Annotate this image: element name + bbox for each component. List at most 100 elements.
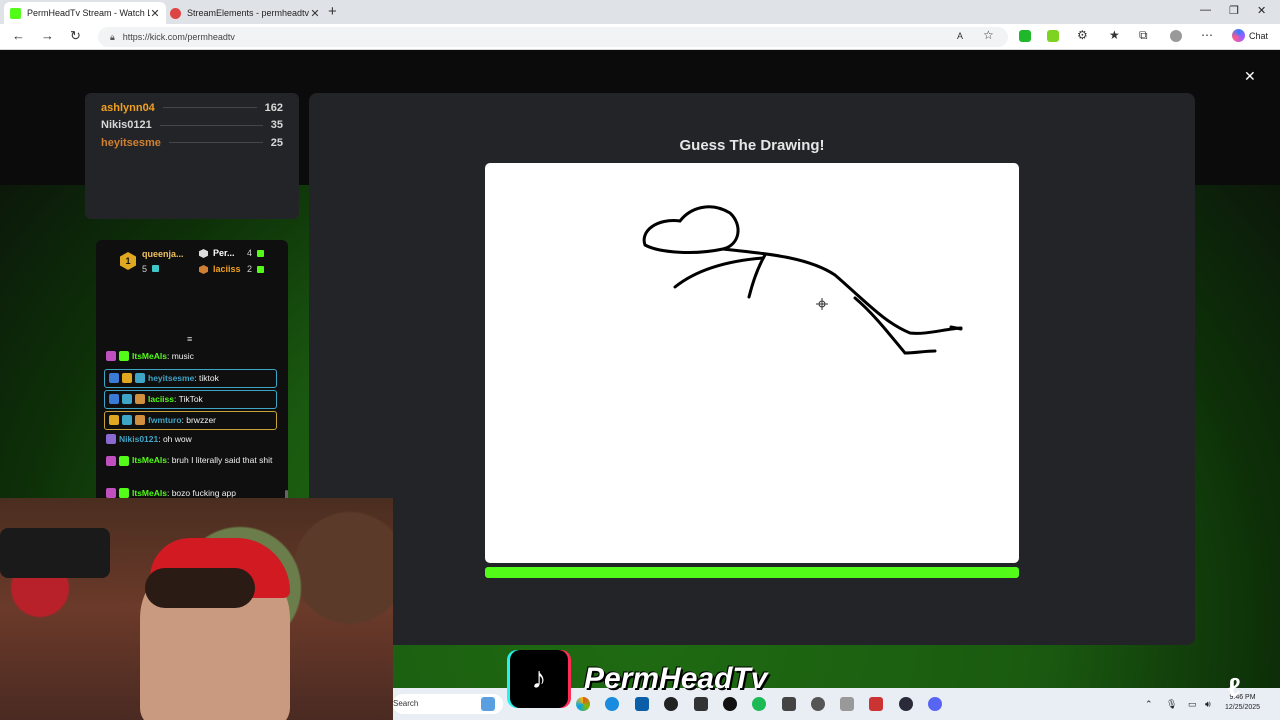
chat-message: laciiss : TikTok — [104, 390, 277, 409]
close-window-icon[interactable]: ✕ — [1257, 4, 1266, 17]
tab-kick[interactable]: PermHeadTv Stream - Watch Live ✕ — [4, 2, 166, 24]
app-icon[interactable] — [782, 697, 796, 711]
show-hidden-icons-icon[interactable]: ⌃ — [1145, 699, 1153, 710]
profile-avatar-icon[interactable] — [1170, 30, 1182, 42]
minimize-icon[interactable]: — — [1200, 4, 1211, 16]
extension-kick-icon[interactable] — [1019, 30, 1031, 42]
extension-green-icon[interactable] — [1047, 30, 1059, 42]
mod-badge-icon — [109, 373, 119, 383]
chat-username[interactable]: ItsMeAls — [132, 350, 167, 363]
podium-first-name: queenja... — [142, 249, 184, 259]
leaderboard: ashlynn04 162 Nikis0121 35 heyitsesme 25 — [85, 93, 299, 219]
copilot-icon — [1232, 29, 1245, 42]
chat-message: fwmturo : brwzzer — [104, 411, 277, 430]
chat-text: : bruh I literally said that shit — [166, 455, 273, 465]
tab-streamelements[interactable]: StreamElements - permheadtv ✕ — [164, 2, 326, 24]
chat-text: : oh wow — [158, 434, 192, 444]
copilot-chat-button[interactable]: Chat — [1232, 29, 1268, 42]
sub-badge-icon — [119, 488, 129, 498]
app-icon[interactable] — [899, 697, 913, 711]
tab-title: PermHeadTv Stream - Watch Live — [27, 8, 150, 18]
tiktok-logo-icon: ♪ — [510, 650, 568, 708]
leaderboard-name: Nikis0121 — [101, 119, 152, 132]
leaderboard-row: ashlynn04 162 — [101, 99, 283, 117]
chat-message: heyitsesme : tiktok — [104, 369, 277, 388]
chat-text: : brwzzer — [181, 415, 217, 425]
cursor-crosshair-icon — [816, 298, 828, 310]
points-icon — [257, 266, 264, 273]
chat-label: Chat — [1249, 30, 1269, 41]
chat-username[interactable]: laciiss — [148, 393, 174, 406]
gift-badge-icon — [106, 434, 116, 444]
network-icon[interactable]: ▭ — [1188, 699, 1197, 710]
rank-one-badge: 1 — [120, 252, 136, 270]
app-icon[interactable] — [811, 697, 825, 711]
weather-icon[interactable] — [481, 697, 495, 711]
collapse-list-icon[interactable]: ≡ — [187, 334, 192, 344]
podium-second-name: Per... — [213, 248, 235, 258]
drawing-canvas[interactable] — [485, 163, 1019, 563]
podium-first-score: 5 — [142, 264, 148, 274]
leaderboard-divider — [162, 107, 257, 109]
crown-badge-icon — [122, 373, 132, 383]
tab-strip: PermHeadTv Stream - Watch Live ✕ StreamE… — [0, 0, 1280, 24]
podium-third-name: laciiss — [213, 264, 241, 274]
leaderboard-divider — [168, 142, 263, 144]
favorites-icon[interactable]: ★ — [1109, 28, 1120, 42]
chat-message: Nikis0121 : oh wow — [106, 433, 278, 446]
podium-third-score: 2 — [247, 264, 253, 274]
discord-icon[interactable] — [928, 697, 942, 711]
address-bar: ← → ↻ 🔒︎ https://kick.com/permheadtv A ☆… — [0, 24, 1280, 50]
lock-icon: 🔒︎ — [110, 31, 115, 42]
chat-message: ItsMeAls : music — [106, 350, 278, 363]
tab-title: StreamElements - permheadtv — [187, 8, 310, 18]
leaderboard-row: Nikis0121 35 — [101, 117, 283, 135]
forward-icon[interactable]: → — [41, 28, 54, 43]
text-app-icon[interactable] — [869, 697, 883, 711]
leaderboard-score: 35 — [270, 119, 283, 132]
sub-badge-icon — [122, 415, 132, 425]
new-tab-icon[interactable]: + — [328, 3, 337, 20]
podium: 1 queenja... 5 Per... 4 laciiss 2 — [96, 240, 288, 285]
app-icon[interactable] — [840, 697, 854, 711]
bronze-rank-icon — [199, 265, 208, 274]
crown-badge-icon — [109, 415, 119, 425]
chat-text: : TikTok — [174, 394, 203, 404]
more-menu-icon[interactable]: ⋯ — [1201, 28, 1213, 42]
gift-badge-icon — [135, 415, 145, 425]
mod-badge-icon — [109, 394, 119, 404]
chat-username[interactable]: ItsMeAls — [132, 455, 167, 465]
extensions-icon[interactable]: ⚙ — [1077, 28, 1088, 42]
stream-brand-overlay: ♪ PermHeadTv — [510, 650, 767, 708]
clock-date: 12/25/2025 — [1225, 704, 1261, 711]
close-tab-icon[interactable]: ✕ — [310, 7, 320, 20]
streamer-hair — [145, 568, 255, 608]
chat-username[interactable]: fwmturo — [148, 414, 182, 427]
points-icon — [257, 250, 264, 257]
chat-text: : tiktok — [194, 373, 219, 383]
drawing-sketch — [642, 205, 963, 355]
leaderboard-name: ashlynn04 — [101, 101, 155, 114]
leaderboard-row: heyitsesme 25 — [101, 134, 283, 152]
read-aloud-icon[interactable]: A — [957, 31, 963, 41]
leaderboard-score: 162 — [264, 101, 283, 114]
game-title: Guess The Drawing! — [679, 137, 825, 154]
url-field[interactable]: 🔒︎ https://kick.com/permheadtv — [98, 27, 1008, 47]
leaderboard-divider — [159, 124, 263, 126]
volume-icon[interactable]: 🔊︎ — [1205, 699, 1211, 710]
round-timer-bar — [485, 567, 1019, 578]
favorite-star-icon[interactable]: ☆ — [983, 28, 994, 42]
microphone-icon[interactable]: 🎙︎ — [1166, 699, 1177, 710]
maximize-icon[interactable]: ❐ — [1229, 4, 1239, 17]
gift-badge-icon — [106, 488, 116, 498]
sub-badge-icon — [122, 394, 132, 404]
chat-username[interactable]: heyitsesme — [148, 372, 194, 385]
close-overlay-icon[interactable]: ✕ — [1244, 68, 1256, 85]
microphone-arm — [0, 528, 110, 578]
refresh-icon[interactable]: ↻ — [70, 28, 81, 44]
chat-username[interactable]: Nikis0121 — [119, 433, 158, 446]
back-icon[interactable]: ← — [12, 28, 25, 43]
collections-icon[interactable]: ⧉ — [1139, 28, 1148, 43]
close-tab-icon[interactable]: ✕ — [150, 7, 160, 20]
sub-badge-icon — [119, 351, 129, 361]
